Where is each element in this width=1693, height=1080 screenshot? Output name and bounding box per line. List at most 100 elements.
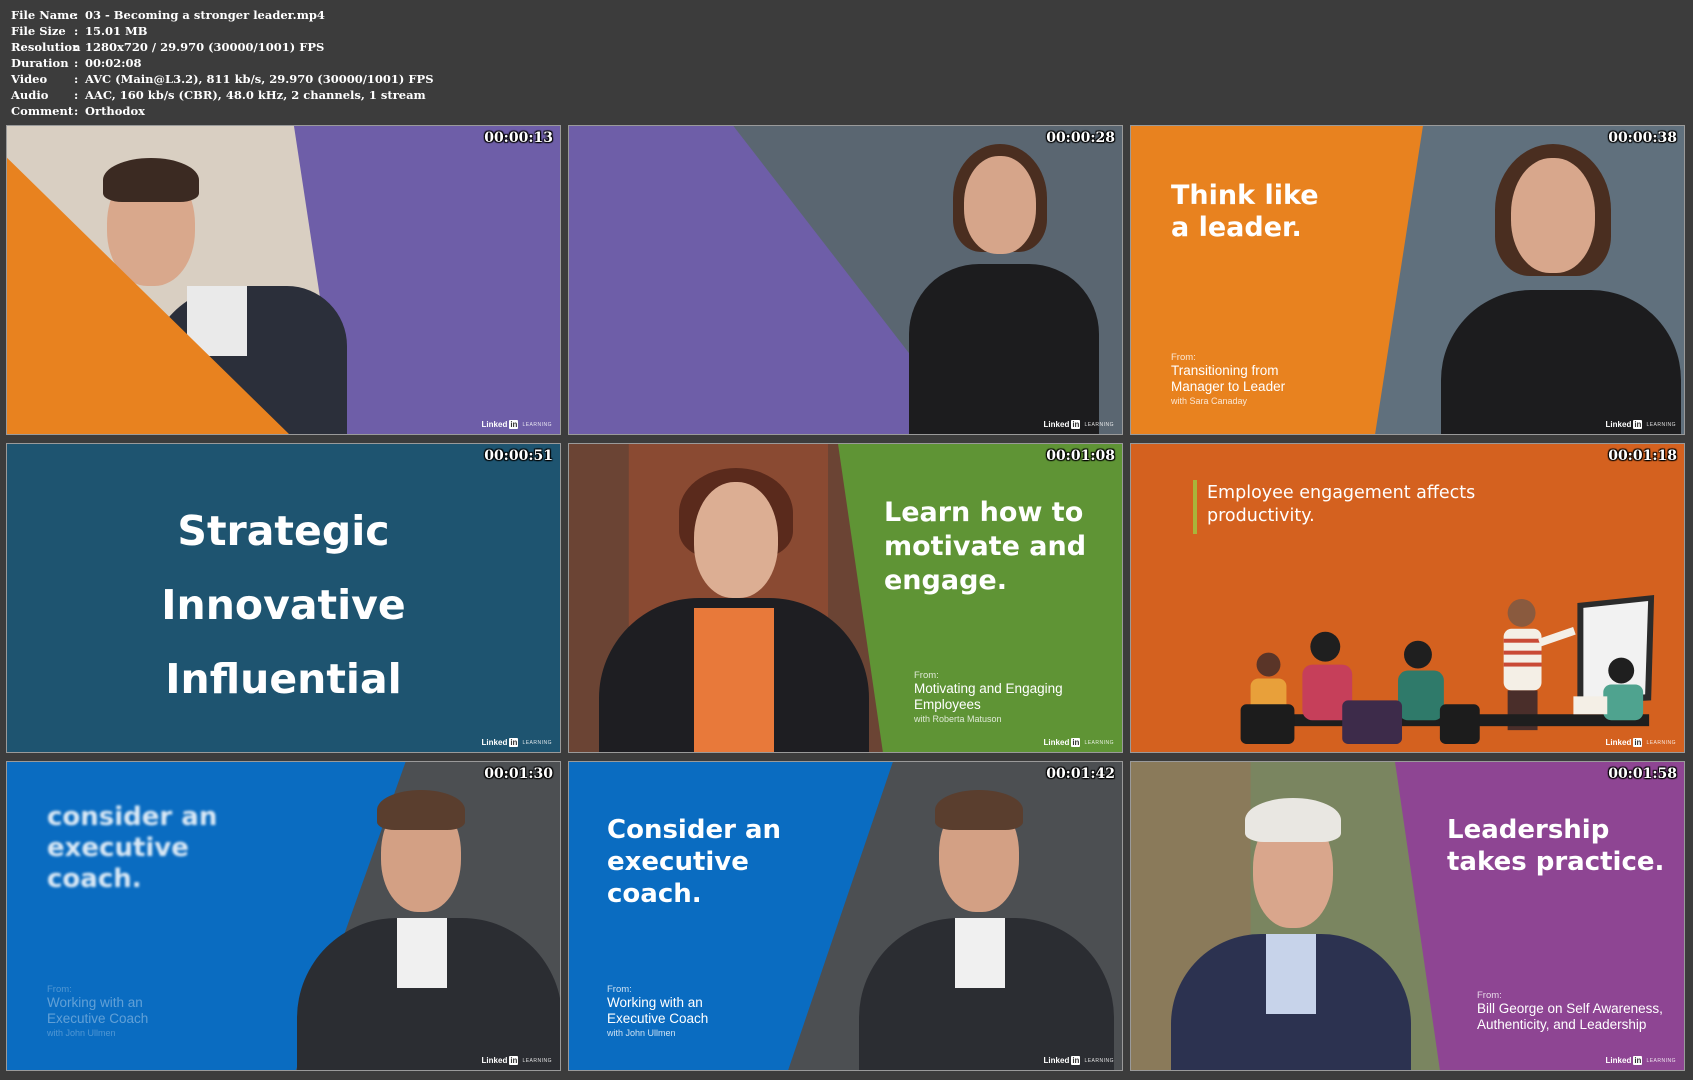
file-metadata: File Name:03 - Becoming a stronger leade… <box>11 7 434 119</box>
timestamp: 00:01:58 <box>1608 766 1677 782</box>
logo-brand: Linked <box>1605 420 1632 429</box>
timestamp: 00:01:42 <box>1046 766 1115 782</box>
meta-separator: : <box>74 88 79 102</box>
course-title-line: Authenticity, and Leadership <box>1477 1017 1647 1032</box>
timestamp: 00:01:30 <box>484 766 553 782</box>
meta-row-duration: Duration:00:02:08 <box>11 55 434 71</box>
linkedin-learning-logo: Linked in LEARNING <box>1606 420 1676 429</box>
logo-suffix: LEARNING <box>1084 1057 1114 1064</box>
presenter-woman <box>909 144 1099 434</box>
thumbnail-6[interactable]: Employee engagement affects productivity… <box>1130 443 1685 753</box>
timestamp: 00:00:38 <box>1608 130 1677 146</box>
meta-row-comment: Comment: Orthodox <box>11 103 434 119</box>
meta-key: Video <box>11 72 48 86</box>
course-title-line: Bill George on Self Awareness, <box>1477 1001 1663 1016</box>
thumbnail-8[interactable]: Consider an executive coach. From: Worki… <box>568 761 1123 1071</box>
meta-value: 03 - Becoming a stronger leader.mp4 <box>85 8 325 22</box>
presenter-woman <box>599 458 869 752</box>
linkedin-learning-logo: Linked in LEARNING <box>1044 738 1114 747</box>
thumbnail-7[interactable]: consider an executive coach. From: Worki… <box>6 761 561 1071</box>
meta-row-resolution: Resolution:1280x720 / 29.970 (30000/1001… <box>11 39 434 55</box>
logo-brand: Linked <box>481 420 508 429</box>
thumbnail-1[interactable]: 00:00:13 Linked in LEARNING <box>6 125 561 435</box>
meta-key: Audio <box>11 88 49 102</box>
title-line: executive <box>47 833 189 863</box>
logo-suffix: LEARNING <box>1084 421 1114 428</box>
title-line: Employee engagement affects <box>1207 483 1476 503</box>
from-label: From: <box>914 670 939 681</box>
presenter-man <box>1171 784 1411 1070</box>
course-credit: From: Motivating and Engaging Employees … <box>914 670 1063 724</box>
title-line: consider an <box>47 802 218 832</box>
logo-in: in <box>1633 738 1643 747</box>
logo-brand: Linked <box>1043 1056 1070 1065</box>
timestamp: 00:01:18 <box>1608 448 1677 464</box>
logo-in: in <box>1071 420 1081 429</box>
title-line: executive <box>607 847 749 877</box>
slide-title: Consider an executive coach. <box>607 814 781 910</box>
keyword: Innovative <box>161 581 406 629</box>
title-line: engage. <box>884 565 1007 596</box>
course-title-line: Working with an <box>47 995 143 1010</box>
thumbnail-4[interactable]: Strategic Innovative Influential 00:00:5… <box>6 443 561 753</box>
title-line: a leader. <box>1171 212 1302 243</box>
thumbnail-2[interactable]: 00:00:28 Linked in LEARNING <box>568 125 1123 435</box>
title-line: motivate and <box>884 531 1087 562</box>
presenter-man <box>297 778 560 1070</box>
from-label: From: <box>1477 990 1502 1001</box>
logo-in: in <box>1071 738 1081 747</box>
thumbnail-5[interactable]: Learn how to motivate and engage. From: … <box>568 443 1123 753</box>
meta-key: Comment <box>11 104 74 118</box>
logo-suffix: LEARNING <box>1646 1057 1676 1064</box>
title-line: Consider an <box>607 815 782 845</box>
logo-brand: Linked <box>1605 1056 1632 1065</box>
title-line: Leadership <box>1447 815 1610 845</box>
meta-value: Orthodox <box>85 104 145 118</box>
title-line: takes practice. <box>1447 847 1665 877</box>
instructor: with John Ullmen <box>47 1028 116 1038</box>
course-credit: From: Bill George on Self Awareness, Aut… <box>1477 990 1663 1033</box>
slide-title: consider an executive coach. <box>47 802 217 895</box>
meta-key: Resolution <box>11 40 81 54</box>
meta-separator: : <box>74 24 79 38</box>
meta-key: File Name <box>11 8 77 22</box>
course-title-line: Executive Coach <box>47 1011 149 1026</box>
logo-in: in <box>509 738 519 747</box>
meta-row-file-size: File Size:15.01 MB <box>11 23 434 39</box>
title-line: Think like <box>1171 180 1319 211</box>
meta-key: File Size <box>11 24 66 38</box>
meta-value: 15.01 MB <box>85 24 148 38</box>
keyword-list: Strategic Innovative Influential <box>7 494 560 716</box>
from-label: From: <box>607 984 632 995</box>
meta-value: AAC, 160 kb/s (CBR), 48.0 kHz, 2 channel… <box>85 88 426 102</box>
thumbnail-9[interactable]: Leadership takes practice. From: Bill Ge… <box>1130 761 1685 1071</box>
course-title-line: Transitioning from <box>1171 363 1279 378</box>
meta-value: 1280x720 / 29.970 (30000/1001) FPS <box>85 40 325 54</box>
title-line: productivity. <box>1207 506 1315 526</box>
logo-brand: Linked <box>1605 738 1632 747</box>
linkedin-learning-logo: Linked in LEARNING <box>1044 1056 1114 1065</box>
logo-brand: Linked <box>481 1056 508 1065</box>
presenter-man <box>859 778 1114 1070</box>
thumbnail-3[interactable]: Think like a leader. From: Transitioning… <box>1130 125 1685 435</box>
course-credit: From: Working with an Executive Coach wi… <box>607 984 708 1038</box>
logo-brand: Linked <box>1043 738 1070 747</box>
title-line: coach. <box>47 864 142 894</box>
slide-title: Learn how to motivate and engage. <box>884 496 1086 598</box>
presenter-woman <box>1431 140 1681 434</box>
meta-separator: : <box>74 56 79 70</box>
logo-suffix: LEARNING <box>1646 739 1676 746</box>
logo-in: in <box>1633 420 1643 429</box>
logo-suffix: LEARNING <box>522 421 552 428</box>
logo-suffix: LEARNING <box>522 739 552 746</box>
slide-title: Employee engagement affects productivity… <box>1207 482 1475 528</box>
meta-key: Duration <box>11 56 69 70</box>
meta-row-video: Video: AVC (Main@L3.2), 811 kb/s, 29.970 … <box>11 71 434 87</box>
logo-in: in <box>509 420 519 429</box>
timestamp: 00:01:08 <box>1046 448 1115 464</box>
logo-brand: Linked <box>1043 420 1070 429</box>
linkedin-learning-logo: Linked in LEARNING <box>1606 1056 1676 1065</box>
logo-in: in <box>1633 1056 1643 1065</box>
keyword: Influential <box>165 655 402 703</box>
course-title-line: Executive Coach <box>607 1011 709 1026</box>
